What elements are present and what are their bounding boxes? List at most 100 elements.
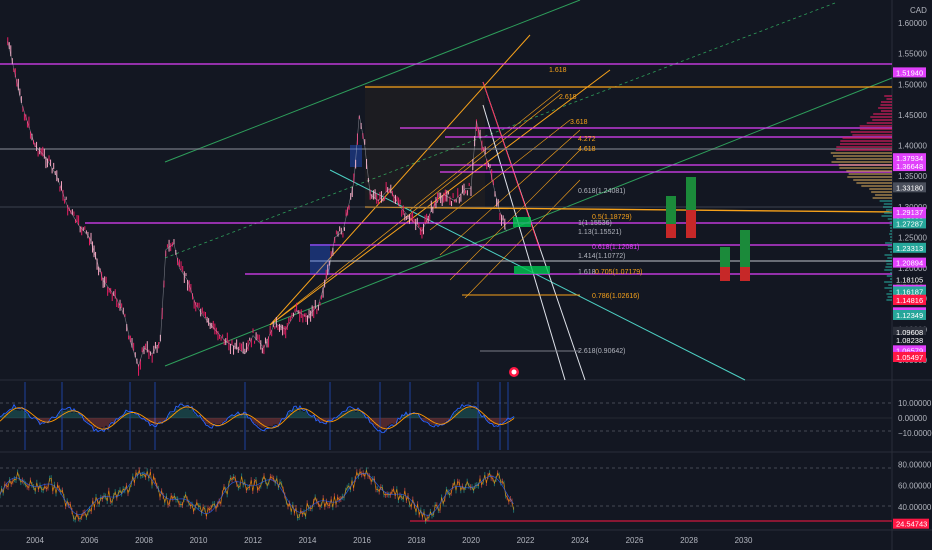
volume-profile-bar: [847, 176, 892, 178]
volume-profile-bar: [839, 167, 892, 169]
volume-profile-bar: [872, 119, 892, 121]
volume-profile-bar: [870, 116, 892, 118]
volume-profile-bar: [859, 128, 892, 130]
volume-profile-bar: [869, 188, 892, 190]
projection-bar-red[interactable]: [740, 267, 750, 281]
volume-profile-bar: [888, 284, 892, 286]
target-zone[interactable]: [513, 217, 531, 227]
fib-label: 2.618(0.90642): [578, 348, 625, 355]
volume-profile-bar: [835, 149, 892, 151]
volume-profile-bar: [838, 164, 892, 166]
currency-label: CAD: [910, 6, 927, 15]
projection-bar-red[interactable]: [666, 224, 676, 238]
volume-profile-bar: [886, 299, 892, 301]
rsi-last-value: 24.54743: [896, 520, 927, 529]
projection-bar-red[interactable]: [720, 267, 730, 281]
volume-profile-bar: [850, 131, 892, 133]
volume-profile-bar: [880, 104, 892, 106]
volume-profile-bar: [836, 158, 892, 160]
volume-profile-bar: [885, 260, 892, 262]
oscillator-axis[interactable]: 10.00000 0.00000 −10.00000: [898, 399, 932, 438]
volume-profile-bar: [884, 281, 892, 283]
rsi-axis-tick: 80.00000: [898, 460, 932, 469]
price-axis-tick: 1.50000: [898, 80, 927, 89]
volume-profile-bar: [884, 212, 892, 214]
time-axis-tick: 2014: [299, 536, 317, 545]
fib-label: 0.618(1.24081): [578, 188, 625, 195]
volume-profile-bar: [859, 125, 892, 127]
volume-profile-bar: [889, 290, 892, 292]
volume-profile-bar: [866, 122, 892, 124]
volume-profile-bar: [881, 215, 892, 217]
time-axis-tick: 2030: [735, 536, 753, 545]
volume-profile-bar: [890, 236, 892, 238]
price-badge-label: 1.51940: [896, 68, 923, 77]
price-badge-label: 1.23313: [896, 244, 923, 253]
volume-profile-bar: [889, 230, 892, 232]
fib-label: 2.618: [559, 94, 577, 101]
volume-profile-bar: [886, 263, 892, 265]
volume-profile-bar: [875, 194, 892, 196]
chart-background: [0, 0, 932, 550]
price-badge-label: 1.36648: [896, 162, 923, 171]
volume-profile-bar: [846, 170, 892, 172]
fib-label: 0.786(1.02616): [592, 293, 639, 300]
volume-profile-bar: [853, 179, 892, 181]
fib-label: 0.618(1.12081): [592, 244, 639, 251]
time-axis-tick: 2022: [517, 536, 535, 545]
chart-canvas[interactable]: CAD 1.618 2.618 3.618 4.272 4.618 0.618(…: [0, 0, 932, 550]
target-zone[interactable]: [514, 266, 550, 274]
volume-profile-bar: [861, 185, 892, 187]
time-axis-tick: 2008: [135, 536, 153, 545]
oscillator-axis-tick: 0.00000: [898, 414, 927, 423]
price-axis-tick: 1.25000: [898, 233, 927, 242]
volume-profile-bar: [890, 239, 892, 241]
alert-icon-center: [511, 369, 517, 375]
volume-profile-bar: [885, 242, 892, 244]
time-axis-tick: 2020: [462, 536, 480, 545]
projection-bar-green[interactable]: [720, 247, 730, 267]
projection-bar-green[interactable]: [740, 230, 750, 267]
price-badge-label: 1.05497: [896, 353, 923, 362]
volume-profile-bar: [887, 296, 892, 298]
price-axis-tick: 1.40000: [898, 142, 927, 151]
fib-label: 1.414(1.10772): [578, 253, 625, 260]
volume-profile-bar: [880, 110, 892, 112]
volume-profile-bar: [887, 245, 892, 247]
volume-profile-bar: [889, 221, 892, 223]
projection-bar-red[interactable]: [686, 210, 696, 238]
volume-profile-bar: [831, 161, 892, 163]
volume-profile-bar: [836, 146, 892, 148]
fib-label: 1.13(1.15521): [578, 229, 622, 236]
volume-profile-bar: [856, 182, 892, 184]
time-axis-tick: 2012: [244, 536, 262, 545]
volume-profile-bar: [887, 248, 892, 250]
volume-profile-bar: [883, 203, 892, 205]
price-badge-label: 1.27287: [896, 219, 923, 228]
price-axis-tick: 1.55000: [898, 50, 927, 59]
oscillator-axis-tick: 10.00000: [898, 399, 932, 408]
volume-profile-bar: [884, 95, 892, 97]
volume-profile-bar: [890, 272, 892, 274]
volume-profile-bar: [839, 143, 892, 145]
volume-profile-bar: [848, 173, 892, 175]
price-badge-label: 1.14816: [896, 296, 923, 305]
projection-bar-green[interactable]: [666, 196, 676, 224]
volume-profile-bar: [885, 266, 892, 268]
rsi-axis-tick: 60.00000: [898, 482, 932, 491]
fib-label: 4.272: [578, 136, 596, 143]
fib-label: 1.618: [578, 269, 596, 276]
volume-profile-bar: [886, 98, 892, 100]
volume-profile-bar: [872, 197, 892, 199]
price-badge-label: 1.12349: [896, 311, 923, 320]
volume-profile-bar: [882, 206, 892, 208]
volume-profile-bar: [890, 251, 892, 253]
fib-label: 4.618: [578, 146, 596, 153]
price-badge-label: 1.08238: [896, 336, 923, 345]
projection-bar-green[interactable]: [686, 177, 696, 210]
volume-profile-bar: [890, 278, 892, 280]
volume-profile-bar: [840, 140, 892, 142]
volume-profile-bar: [832, 155, 892, 157]
highlight-box[interactable]: [310, 244, 330, 274]
price-badge-label: 1.18105: [896, 276, 923, 285]
